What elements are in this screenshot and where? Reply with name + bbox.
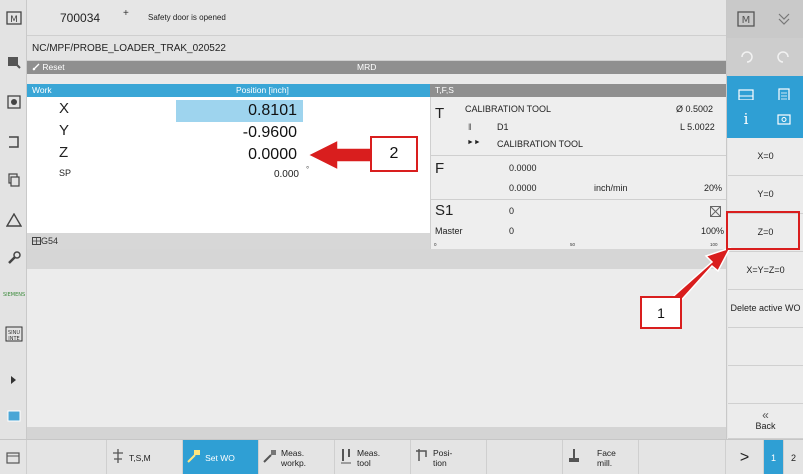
z0-highlight-box — [726, 211, 800, 250]
annotation-label-1: 1 — [640, 296, 682, 329]
annotation-arrows — [306, 138, 732, 307]
arrow-to-z-value — [306, 138, 373, 172]
cnc-screen: M SIEMENS SINU INTE 700034 + Safety door… — [0, 0, 803, 474]
annotation-label-2: 2 — [370, 136, 418, 172]
